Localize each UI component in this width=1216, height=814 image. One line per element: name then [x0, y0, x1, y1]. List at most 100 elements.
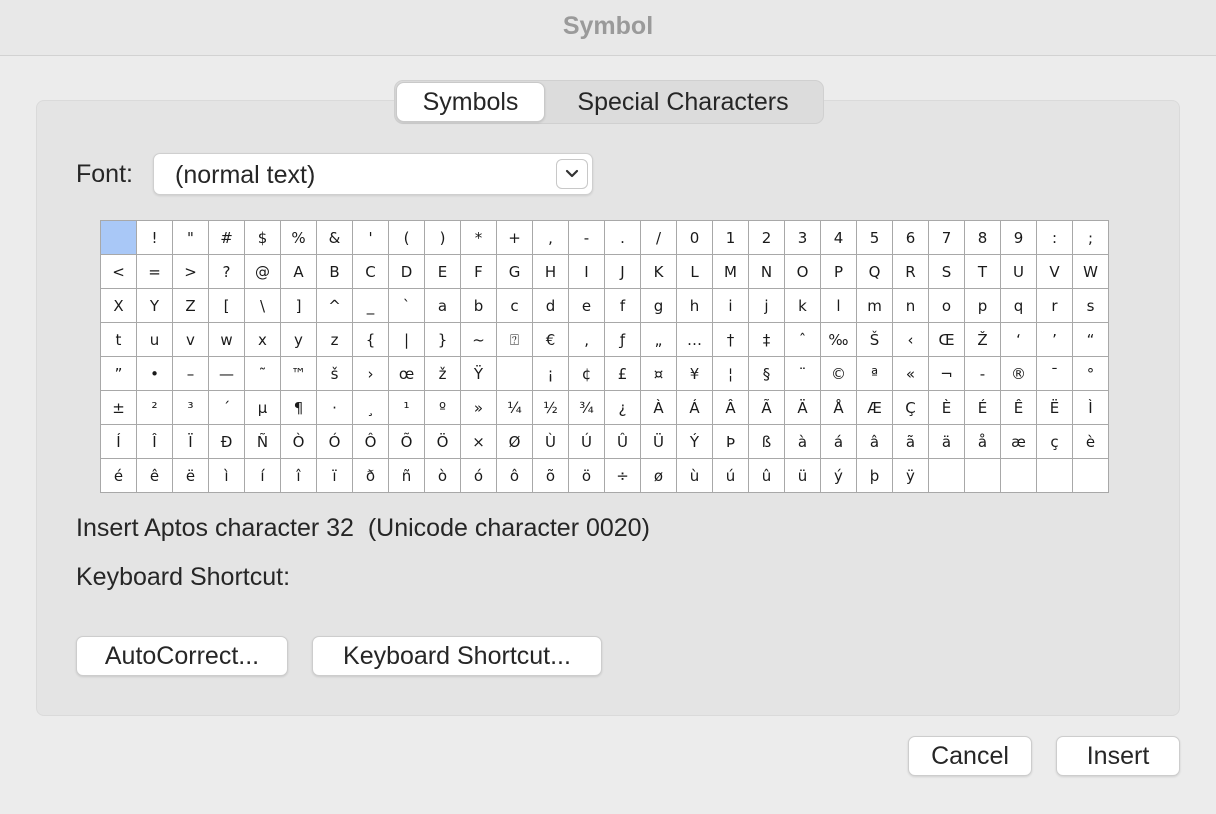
symbol-cell[interactable]: ¤: [641, 357, 677, 391]
symbol-cell[interactable]: d: [533, 289, 569, 323]
symbol-cell[interactable]: à: [785, 425, 821, 459]
symbol-cell[interactable]: z: [317, 323, 353, 357]
symbol-cell[interactable]: S: [929, 255, 965, 289]
symbol-cell[interactable]: p: [965, 289, 1001, 323]
symbol-cell[interactable]: Ž: [965, 323, 1001, 357]
symbol-cell[interactable]: Q: [857, 255, 893, 289]
symbol-cell[interactable]: û: [749, 459, 785, 493]
symbol-cell[interactable]: ß: [749, 425, 785, 459]
symbol-cell[interactable]: °: [1073, 357, 1109, 391]
symbol-cell[interactable]: G: [497, 255, 533, 289]
symbol-cell[interactable]: /: [641, 221, 677, 255]
symbol-cell[interactable]: –: [173, 357, 209, 391]
symbol-cell[interactable]: ¨: [785, 357, 821, 391]
symbol-cell[interactable]: K: [641, 255, 677, 289]
symbol-cell[interactable]: ë: [173, 459, 209, 493]
symbol-cell[interactable]: ²: [137, 391, 173, 425]
symbol-cell[interactable]: ¥: [677, 357, 713, 391]
symbol-cell[interactable]: ™: [281, 357, 317, 391]
symbol-cell[interactable]: ˆ: [785, 323, 821, 357]
symbol-cell[interactable]: œ: [389, 357, 425, 391]
symbol-cell[interactable]: H: [533, 255, 569, 289]
keyboard-shortcut-button[interactable]: Keyboard Shortcut...: [312, 636, 602, 676]
symbol-cell[interactable]: D: [389, 255, 425, 289]
symbol-cell[interactable]: -: [965, 357, 1001, 391]
symbol-cell[interactable]: ": [173, 221, 209, 255]
symbol-cell[interactable]: ¿: [605, 391, 641, 425]
symbol-cell[interactable]: %: [281, 221, 317, 255]
symbol-cell[interactable]: Ö: [425, 425, 461, 459]
chevron-down-icon[interactable]: [556, 159, 588, 189]
symbol-cell[interactable]: 1: [713, 221, 749, 255]
symbol-cell[interactable]: Y: [137, 289, 173, 323]
symbol-cell[interactable]: e: [569, 289, 605, 323]
symbol-cell[interactable]: ´: [209, 391, 245, 425]
symbol-cell[interactable]: ú: [713, 459, 749, 493]
symbol-cell[interactable]: ~: [461, 323, 497, 357]
symbol-cell[interactable]: á: [821, 425, 857, 459]
symbol-cell[interactable]: k: [785, 289, 821, 323]
symbol-cell[interactable]: ”: [101, 357, 137, 391]
symbol-cell[interactable]: Š: [857, 323, 893, 357]
symbol-cell[interactable]: q: [1001, 289, 1037, 323]
symbol-cell[interactable]: b: [461, 289, 497, 323]
symbol-cell[interactable]: Ì: [1073, 391, 1109, 425]
symbol-cell[interactable]: J: [605, 255, 641, 289]
symbol-cell[interactable]: ¾: [569, 391, 605, 425]
symbol-cell[interactable]: Ê: [1001, 391, 1037, 425]
symbol-cell[interactable]: ü: [785, 459, 821, 493]
symbol-cell[interactable]: M: [713, 255, 749, 289]
symbol-cell[interactable]: 3: [785, 221, 821, 255]
symbol-cell[interactable]: s: [1073, 289, 1109, 323]
symbol-cell[interactable]: ¼: [497, 391, 533, 425]
symbol-cell[interactable]: ì: [209, 459, 245, 493]
symbol-cell[interactable]: ã: [893, 425, 929, 459]
symbol-cell[interactable]: ·: [317, 391, 353, 425]
symbol-cell[interactable]: o: [929, 289, 965, 323]
symbol-cell[interactable]: ¹: [389, 391, 425, 425]
symbol-cell[interactable]: ;: [1073, 221, 1109, 255]
insert-button[interactable]: Insert: [1056, 736, 1180, 776]
symbol-cell[interactable]: ö: [569, 459, 605, 493]
symbol-cell[interactable]: I: [569, 255, 605, 289]
tab-special-characters[interactable]: Special Characters: [545, 82, 821, 122]
symbol-cell[interactable]: è: [1073, 425, 1109, 459]
symbol-cell[interactable]: U: [1001, 255, 1037, 289]
symbol-cell[interactable]: À: [641, 391, 677, 425]
symbol-cell[interactable]: h: [677, 289, 713, 323]
symbol-cell[interactable]: 8: [965, 221, 1001, 255]
symbol-cell[interactable]: j: [749, 289, 785, 323]
symbol-cell[interactable]: W: [1073, 255, 1109, 289]
symbol-cell[interactable]: g: [641, 289, 677, 323]
symbol-cell[interactable]: f: [605, 289, 641, 323]
symbol-cell[interactable]: é: [101, 459, 137, 493]
symbol-cell[interactable]: ý: [821, 459, 857, 493]
symbol-cell[interactable]: ): [425, 221, 461, 255]
symbol-cell[interactable]: ô: [497, 459, 533, 493]
cancel-button[interactable]: Cancel: [908, 736, 1032, 776]
symbol-cell[interactable]: þ: [857, 459, 893, 493]
symbol-cell[interactable]: É: [965, 391, 1001, 425]
symbol-cell[interactable]: ÷: [605, 459, 641, 493]
symbol-cell[interactable]: Œ: [929, 323, 965, 357]
symbol-cell[interactable]: 9: [1001, 221, 1037, 255]
symbol-cell[interactable]: -: [569, 221, 605, 255]
symbol-cell[interactable]: 7: [929, 221, 965, 255]
symbol-cell[interactable]: Ô: [353, 425, 389, 459]
symbol-cell[interactable]: ?: [209, 255, 245, 289]
symbol-cell[interactable]: ÿ: [893, 459, 929, 493]
symbol-cell[interactable]: R: [893, 255, 929, 289]
symbol-cell[interactable]: Û: [605, 425, 641, 459]
symbol-cell[interactable]: a: [425, 289, 461, 323]
symbol-cell[interactable]: Ý: [677, 425, 713, 459]
symbol-cell[interactable]: ‚: [569, 323, 605, 357]
symbol-cell[interactable]: .: [605, 221, 641, 255]
symbol-cell[interactable]: ‡: [749, 323, 785, 357]
symbol-cell[interactable]: Å: [821, 391, 857, 425]
symbol-cell[interactable]: ¬: [929, 357, 965, 391]
symbol-cell[interactable]: >: [173, 255, 209, 289]
symbol-cell[interactable]: ù: [677, 459, 713, 493]
symbol-cell[interactable]: *: [461, 221, 497, 255]
symbol-cell[interactable]: …: [677, 323, 713, 357]
symbol-cell[interactable]: ±: [101, 391, 137, 425]
